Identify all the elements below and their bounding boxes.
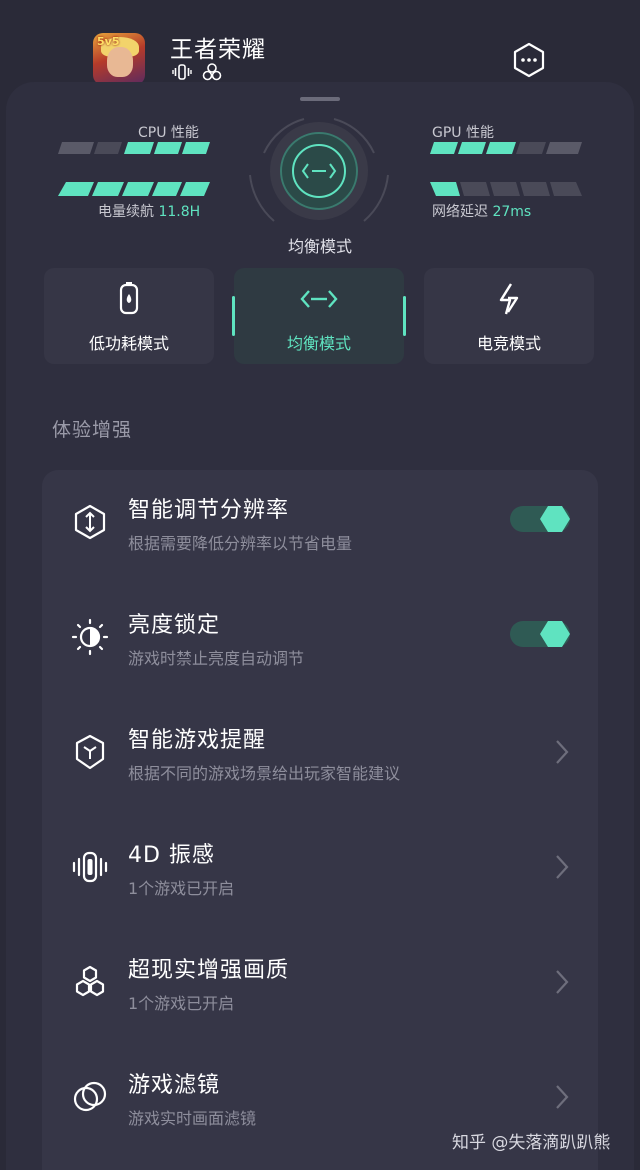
filter-circles-icon [73,1081,107,1112]
battery-drop-icon [119,282,139,315]
list-item-smart-game-hint[interactable]: 智能游戏提醒 根据不同的游戏场景给出玩家智能建议 [42,700,598,815]
mode-esports-label: 电竞模式 [476,334,541,353]
battery-label: 电量续航 [98,204,154,220]
lightning-icon [499,283,519,315]
game-app-icon[interactable]: 5v5 [93,33,145,85]
app-icon-badge: 5v5 [97,35,120,48]
brightness-lock-toggle[interactable] [510,621,570,647]
hexagons-quality-icon [75,965,105,997]
latency-value: 27ms [492,204,532,220]
item-subtitle: 游戏时禁止亮度自动调节 [128,649,305,668]
toggle-knob [540,621,570,647]
hero-face [107,47,133,77]
vibration-4d-icon [72,851,108,883]
list-item-brightness-lock[interactable]: 亮度锁定 游戏时禁止亮度自动调节 [42,585,598,700]
app-title: 王者荣耀 [170,37,266,63]
mode-low-power[interactable]: 低功耗模式 [44,268,214,364]
smart-resolution-toggle[interactable] [510,506,570,532]
cpu-performance-bars [58,140,210,158]
item-subtitle: 游戏实时画面滤镜 [128,1109,257,1128]
item-title: 智能游戏提醒 [128,728,267,753]
hexagon-more-icon[interactable] [512,42,546,78]
toggle-knob [540,506,570,532]
latency-bars [430,180,582,198]
fan-icon [202,63,222,81]
list-item-4d-vibration[interactable]: 4D 振感 1个游戏已开启 [42,815,598,930]
balance-code-icon [300,290,338,308]
item-title: 亮度锁定 [128,613,221,638]
drag-handle[interactable] [300,97,340,101]
brightness-icon [71,618,109,656]
item-subtitle: 1个游戏已开启 [128,879,235,898]
mode-dial [249,118,389,222]
current-mode-label: 均衡模式 [287,237,352,256]
chevron-right-icon [556,970,569,994]
cpu-label: CPU 性能 [138,125,199,141]
item-title: 4D 振感 [128,843,215,868]
battery-bars [58,180,210,198]
item-title: 智能调节分辨率 [128,498,290,523]
item-subtitle: 根据需要降低分辨率以节省电量 [128,534,353,553]
item-subtitle: 根据不同的游戏场景给出玩家智能建议 [128,764,401,783]
item-title: 游戏滤镜 [128,1073,221,1098]
mode-low-power-label: 低功耗模式 [88,334,169,353]
chevron-right-icon [556,1085,569,1109]
smart-hint-icon [75,734,105,770]
resolution-hexagon-icon [74,504,106,540]
mode-balanced-label: 均衡模式 [286,334,351,353]
gpu-label: GPU 性能 [432,125,494,141]
list-item-smart-resolution[interactable]: 智能调节分辨率 根据需要降低分辨率以节省电量 [42,470,598,585]
latency-label: 网络延迟 [432,204,488,220]
vibration-icon [172,64,192,80]
item-title: 超现实增强画质 [128,958,290,983]
mode-balanced[interactable]: 均衡模式 [232,268,406,364]
list-item-hyper-realistic-quality[interactable]: 超现实增强画质 1个游戏已开启 [42,930,598,1045]
network-latency: 网络延迟 27ms [432,201,531,221]
section-title: 体验增强 [52,419,133,441]
chevron-right-icon [556,740,569,764]
header-status-icons [172,62,222,82]
app-header: 5v5 王者荣耀 [0,0,640,90]
battery-endurance: 电量续航 11.8H [98,201,200,221]
mode-esports[interactable]: 电竞模式 [424,268,594,364]
gpu-performance-bars [430,140,582,158]
battery-value: 11.8H [158,204,201,220]
item-subtitle: 1个游戏已开启 [128,994,235,1013]
chevron-right-icon [556,855,569,879]
watermark-text: 知乎 @失落滴趴趴熊 [452,1133,611,1153]
enhancement-list: 智能调节分辨率 根据需要降低分辨率以节省电量 亮度锁定 游戏时禁止亮度自动调节 [42,470,598,1170]
